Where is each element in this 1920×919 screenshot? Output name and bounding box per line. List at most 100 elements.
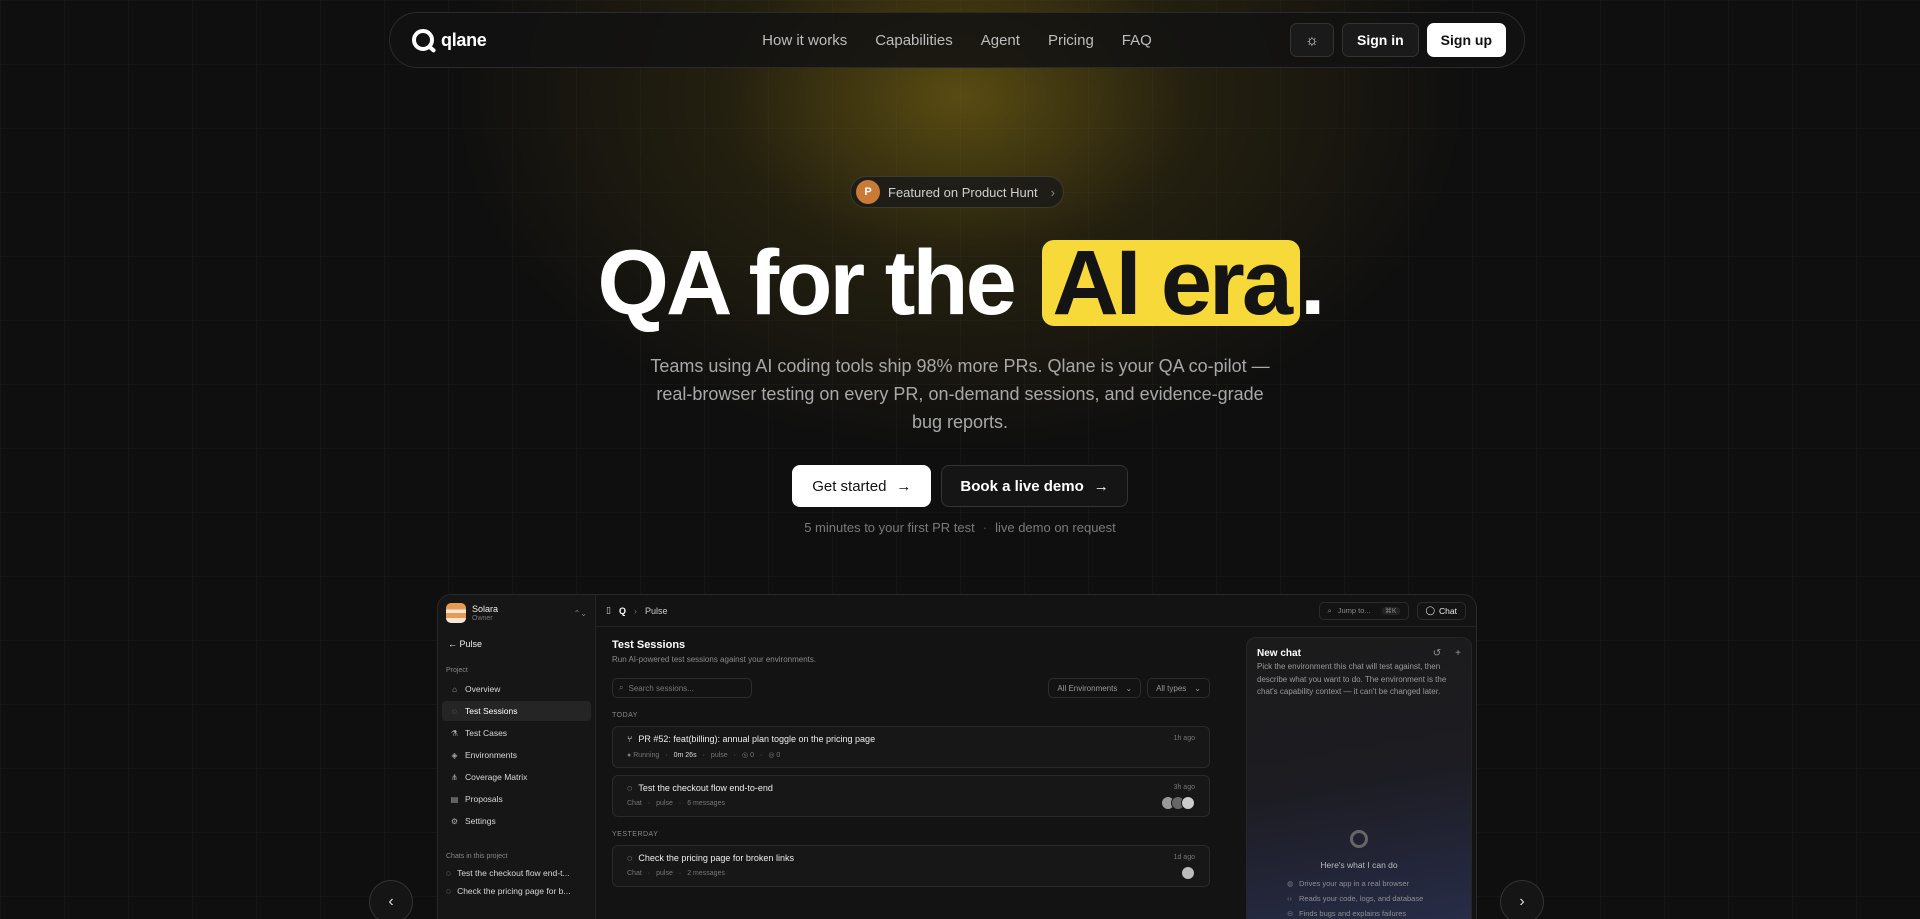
share-icon: ⋔ <box>451 772 458 782</box>
app-logo-icon: Q <box>618 605 626 616</box>
chat-panel-description: Pick the environment this chat will test… <box>1257 662 1447 696</box>
environment: pulse <box>656 870 673 877</box>
plus-icon[interactable]: + <box>1455 648 1461 659</box>
type-filter[interactable]: All types ⌄ <box>1147 678 1210 698</box>
app-sidebar: Solara Owner ⌃⌄ ← Pulse Project ⌂ Overvie… <box>438 595 596 919</box>
org-role: Owner <box>472 615 493 622</box>
test-sessions-pane: Test Sessions Run AI-powered test sessio… <box>596 627 1226 887</box>
sidebar-item-label: Environments <box>465 750 517 760</box>
sidebar-item-proposals[interactable]: ▤ Proposals <box>442 789 591 809</box>
new-chat-panel: New chat ↺ + Pick the environment this c… <box>1246 637 1472 919</box>
sidebar-toggle-icon[interactable]: ▯ <box>606 605 611 616</box>
capability-item: ⊖ Finds bugs and explains failures <box>1287 906 1423 919</box>
hero-subhead: Teams using AI coding tools ship 98% mor… <box>650 356 1270 432</box>
sidebar-item-label: Settings <box>465 816 496 826</box>
sidebar-item-environments[interactable]: ◈ Environments <box>442 745 591 765</box>
jump-to-search[interactable]: ⌕ Jump to... ⌘K <box>1318 601 1409 620</box>
history-icon[interactable]: ↺ <box>1433 648 1441 659</box>
chevron-right-icon: › <box>1050 184 1055 200</box>
chevron-updown-icon: ⌃⌄ <box>573 608 587 618</box>
chats-section-label: Chats in this project <box>446 853 508 860</box>
participant-avatars <box>1161 796 1195 810</box>
session-card[interactable]: ◌ Check the pricing page for broken links… <box>612 845 1210 887</box>
app-topbar: ▯ Q › Pulse ⌕ Jump to... ⌘K ◯ Chat <box>596 595 1476 627</box>
session-title: Check the pricing page for broken links <box>638 853 794 863</box>
book-demo-button[interactable]: Book a live demo → <box>941 465 1128 507</box>
get-started-label: Get started <box>812 477 887 495</box>
session-kind: Chat <box>627 870 642 877</box>
chat-button-label: Chat <box>1439 605 1457 616</box>
sidebar-item-label: Coverage Matrix <box>465 772 528 782</box>
cube-icon: ◈ <box>451 750 458 760</box>
carousel-prev-button[interactable]: ‹ <box>369 880 413 919</box>
sidebar-chat-item[interactable]: ◌ Check the pricing page for b... <box>438 882 595 900</box>
back-label: Pulse <box>459 639 483 649</box>
sidebar-item-label: Test Sessions <box>465 706 518 716</box>
nav-link-agent[interactable]: Agent <box>981 32 1020 49</box>
sidebar-item-overview[interactable]: ⌂ Overview <box>442 679 591 699</box>
nav-link-how-it-works[interactable]: How it works <box>762 32 847 49</box>
product-hunt-label: Featured on Product Hunt <box>888 184 1038 200</box>
chat-panel-title: New chat <box>1257 648 1301 659</box>
avatar <box>1181 796 1195 810</box>
section-label: Project <box>446 667 468 674</box>
sidebar-item-coverage-matrix[interactable]: ⋔ Coverage Matrix <box>442 767 591 787</box>
chat-icon: ◌ <box>446 868 452 878</box>
session-card[interactable]: ◌ Test the checkout flow end-to-end Chat … <box>612 775 1210 817</box>
headline-start: QA for the <box>597 232 1016 334</box>
app-main: ▯ Q › Pulse ⌕ Jump to... ⌘K ◯ Chat Test … <box>596 595 1476 919</box>
participant-avatars <box>1181 866 1195 880</box>
shortcut-hint: ⌘K <box>1381 606 1400 615</box>
product-hunt-badge[interactable]: P Featured on Product Hunt › <box>850 176 1064 208</box>
nav-link-capabilities[interactable]: Capabilities <box>875 32 953 49</box>
session-title: Test the checkout flow end-to-end <box>638 783 773 793</box>
dot-separator: · <box>982 520 988 535</box>
arrow-right-icon: → <box>896 477 912 495</box>
pull-request-icon: ⑂ <box>627 734 633 744</box>
chat-icon: ◯ <box>1425 605 1436 615</box>
search-sessions-input[interactable]: ⌕ Search sessions... <box>612 678 752 698</box>
breadcrumb-separator-icon: › <box>633 605 637 616</box>
arrow-right-icon: → <box>1093 477 1109 495</box>
brand-name: qlane <box>441 29 487 50</box>
sidebar-item-settings[interactable]: ⚙ Settings <box>442 811 591 831</box>
chevron-down-icon: ⌄ <box>1125 683 1133 693</box>
sign-up-button[interactable]: Sign up <box>1426 23 1506 57</box>
app-preview: Solara Owner ⌃⌄ ← Pulse Project ⌂ Overvie… <box>437 594 1477 919</box>
org-switcher[interactable]: Solara Owner ⌃⌄ <box>438 595 595 631</box>
carousel-next-button[interactable]: › <box>1500 880 1544 919</box>
nav-actions: ☼ Sign in Sign up <box>1290 23 1506 57</box>
headline-end: . <box>1300 232 1326 334</box>
get-started-button[interactable]: Get started → <box>792 465 932 507</box>
brand-logo[interactable]: qlane <box>412 29 487 51</box>
timestamp: 3h ago <box>1173 784 1195 791</box>
cta-row: Get started → Book a live demo → <box>0 465 1920 507</box>
environment-filter[interactable]: All Environments ⌄ <box>1048 678 1142 698</box>
doc-icon: ▤ <box>450 794 459 804</box>
chat-button[interactable]: ◯ Chat <box>1416 601 1466 620</box>
group-label-yesterday: YESTERDAY <box>612 831 659 838</box>
sidebar-item-label: Proposals <box>465 794 503 804</box>
sidebar-item-test-sessions[interactable]: ◌ Test Sessions <box>442 701 591 721</box>
session-kind: Chat <box>627 800 642 807</box>
org-avatar <box>446 603 466 623</box>
session-card[interactable]: ⑂ PR #52: feat(billing): annual plan togg… <box>612 726 1210 768</box>
page-title: Test Sessions <box>612 639 686 651</box>
nav-link-faq[interactable]: FAQ <box>1122 32 1152 49</box>
chat-icon: ◌ <box>627 853 633 863</box>
avatar <box>1181 866 1195 880</box>
hero-headline: QA for the AI era. <box>0 228 1920 338</box>
back-to-project-link[interactable]: ← Pulse <box>438 631 595 657</box>
group-label-today: TODAY <box>612 712 638 719</box>
theme-toggle-button[interactable]: ☼ <box>1290 23 1334 57</box>
sidebar-chat-item[interactable]: ◌ Test the checkout flow end-t... <box>438 864 595 882</box>
timestamp: 1d ago <box>1173 854 1195 861</box>
breadcrumb[interactable]: Pulse <box>645 606 668 616</box>
cta-note: 5 minutes to your first PR test · live dem… <box>0 520 1920 535</box>
sign-in-button[interactable]: Sign in <box>1342 23 1419 57</box>
sidebar-item-test-cases[interactable]: ⚗ Test Cases <box>442 723 591 743</box>
nav-link-pricing[interactable]: Pricing <box>1048 32 1094 49</box>
duration: 0m 26s <box>673 751 697 759</box>
chevron-down-icon: ⌄ <box>1194 683 1201 693</box>
sun-icon: ☼ <box>1305 31 1319 49</box>
